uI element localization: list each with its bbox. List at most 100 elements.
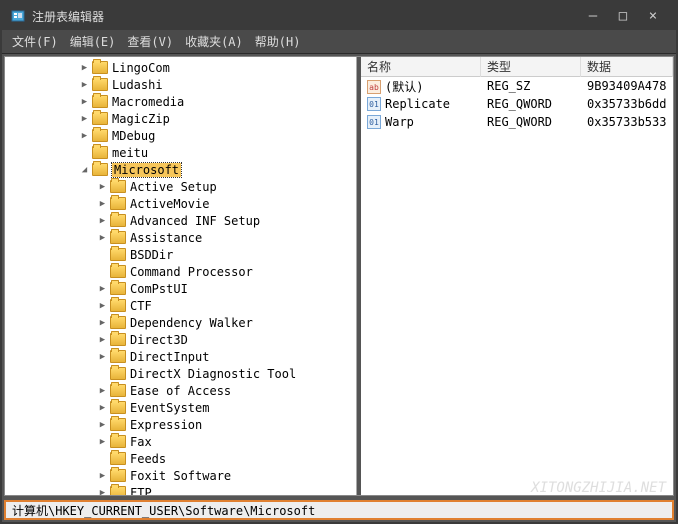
tree-item[interactable]: DirectX Diagnostic Tool <box>5 365 356 382</box>
value-name: Replicate <box>385 97 450 111</box>
tree-item[interactable]: ◢Microsoft <box>5 161 356 178</box>
expand-icon[interactable]: ▶ <box>97 283 108 294</box>
folder-icon <box>110 197 126 210</box>
tree-item[interactable]: ▶Direct3D <box>5 331 356 348</box>
value-row[interactable]: 01ReplicateREG_QWORD0x35733b6dd <box>361 95 673 113</box>
folder-icon <box>92 61 108 74</box>
expand-icon[interactable]: ▶ <box>97 232 108 243</box>
expand-icon[interactable]: ▶ <box>97 334 108 345</box>
regedit-window: 注册表编辑器 — □ × 文件(F) 编辑(E) 查看(V) 收藏夹(A) 帮助… <box>0 0 678 524</box>
tree-item[interactable]: ▶Ease of Access <box>5 382 356 399</box>
tree-item-label: Macromedia <box>112 95 184 109</box>
tree-item[interactable]: ▶FTP <box>5 484 356 495</box>
tree-item[interactable]: ▶ActiveMovie <box>5 195 356 212</box>
expand-icon[interactable]: ▶ <box>97 215 108 226</box>
expand-icon[interactable]: ▶ <box>97 470 108 481</box>
folder-icon <box>110 452 126 465</box>
no-expand-icon <box>97 453 108 464</box>
status-path: 计算机\HKEY_CURRENT_USER\Software\Microsoft <box>12 502 315 519</box>
tree-item-label: Active Setup <box>130 180 217 194</box>
value-row[interactable]: 01WarpREG_QWORD0x35733b533 <box>361 113 673 131</box>
folder-icon <box>110 486 126 495</box>
tree-item-label: Fax <box>130 435 152 449</box>
folder-icon <box>110 316 126 329</box>
expand-icon[interactable]: ▶ <box>97 385 108 396</box>
tree-item-label: BSDDir <box>130 248 173 262</box>
tree-item-label: Expression <box>130 418 202 432</box>
minimize-button[interactable]: — <box>578 8 608 24</box>
no-expand-icon <box>97 249 108 260</box>
tree-item-label: Ludashi <box>112 78 163 92</box>
tree-item-label: DirectX Diagnostic Tool <box>130 367 296 381</box>
expand-icon[interactable]: ▶ <box>97 487 108 495</box>
expand-icon[interactable]: ▶ <box>79 96 90 107</box>
tree-item[interactable]: ▶ Foxit Software <box>5 467 356 484</box>
close-button[interactable]: × <box>638 8 668 24</box>
folder-icon <box>110 333 126 346</box>
maximize-button[interactable]: □ <box>608 8 638 24</box>
grid-body: ab(默认)REG_SZ9B93409A47801ReplicateREG_QW… <box>361 77 673 131</box>
col-header-name[interactable]: 名称 <box>361 57 481 77</box>
expand-icon[interactable]: ▶ <box>79 62 90 73</box>
tree-item[interactable]: Feeds <box>5 450 356 467</box>
value-type: REG_SZ <box>481 78 581 94</box>
menu-help[interactable]: 帮助(H) <box>249 31 307 52</box>
tree-item[interactable]: Command Processor <box>5 263 356 280</box>
tree-item-label: Foxit Software <box>130 469 231 483</box>
col-header-data[interactable]: 数据 <box>581 57 673 77</box>
expand-icon[interactable]: ▶ <box>97 419 108 430</box>
expand-icon[interactable]: ▶ <box>97 181 108 192</box>
tree-item-label: Dependency Walker <box>130 316 253 330</box>
expand-icon[interactable]: ▶ <box>79 113 90 124</box>
tree-item[interactable]: meitu <box>5 144 356 161</box>
collapse-icon[interactable]: ◢ <box>79 164 90 175</box>
menu-favorites[interactable]: 收藏夹(A) <box>179 31 249 52</box>
menu-edit[interactable]: 编辑(E) <box>64 31 122 52</box>
tree-item[interactable]: ▶ Ludashi <box>5 76 356 93</box>
folder-icon <box>110 299 126 312</box>
expand-icon[interactable]: ▶ <box>97 198 108 209</box>
folder-icon <box>110 350 126 363</box>
folder-icon <box>92 112 108 125</box>
folder-icon <box>110 418 126 431</box>
tree-item[interactable]: ▶ Assistance <box>5 229 356 246</box>
tree-item[interactable]: ▶ Dependency Walker <box>5 314 356 331</box>
string-value-icon: ab <box>367 80 381 94</box>
folder-icon <box>110 282 126 295</box>
tree-pane[interactable]: ▶LingoCom▶Ludashi▶Macromedia▶MagicZip▶MD… <box>5 57 357 495</box>
tree-item[interactable]: ▶EventSystem <box>5 399 356 416</box>
titlebar[interactable]: 注册表编辑器 — □ × <box>2 2 676 30</box>
values-pane[interactable]: 名称 类型 数据 ab(默认)REG_SZ9B93409A47801Replic… <box>361 57 673 495</box>
expand-icon[interactable]: ▶ <box>79 79 90 90</box>
tree-item[interactable]: ▶MDebug <box>5 127 356 144</box>
tree-item[interactable]: ▶CTF <box>5 297 356 314</box>
tree-item-label: Assistance <box>130 231 202 245</box>
folder-icon <box>110 231 126 244</box>
tree-item[interactable]: ▶ Expression <box>5 416 356 433</box>
tree-item[interactable]: ▶ComPstUI <box>5 280 356 297</box>
tree-item[interactable]: BSDDir <box>5 246 356 263</box>
tree-item[interactable]: ▶ Fax <box>5 433 356 450</box>
expand-icon[interactable]: ▶ <box>79 130 90 141</box>
expand-icon[interactable]: ▶ <box>97 317 108 328</box>
tree-item[interactable]: ▶LingoCom <box>5 59 356 76</box>
folder-icon <box>110 180 126 193</box>
expand-icon[interactable]: ▶ <box>97 300 108 311</box>
tree-item[interactable]: ▶ Macromedia <box>5 93 356 110</box>
folder-icon <box>110 248 126 261</box>
tree-item[interactable]: ▶DirectInput <box>5 348 356 365</box>
expand-icon[interactable]: ▶ <box>97 351 108 362</box>
folder-icon <box>110 469 126 482</box>
expand-icon[interactable]: ▶ <box>97 402 108 413</box>
tree-item[interactable]: ▶ Active Setup <box>5 178 356 195</box>
menu-view[interactable]: 查看(V) <box>121 31 179 52</box>
tree-item[interactable]: ▶Advanced INF Setup <box>5 212 356 229</box>
folder-icon <box>110 401 126 414</box>
menubar: 文件(F) 编辑(E) 查看(V) 收藏夹(A) 帮助(H) <box>2 30 676 54</box>
tree-item[interactable]: ▶MagicZip <box>5 110 356 127</box>
folder-icon <box>92 78 108 91</box>
menu-file[interactable]: 文件(F) <box>6 31 64 52</box>
col-header-type[interactable]: 类型 <box>481 57 581 77</box>
value-row[interactable]: ab(默认)REG_SZ9B93409A478 <box>361 77 673 95</box>
expand-icon[interactable]: ▶ <box>97 436 108 447</box>
